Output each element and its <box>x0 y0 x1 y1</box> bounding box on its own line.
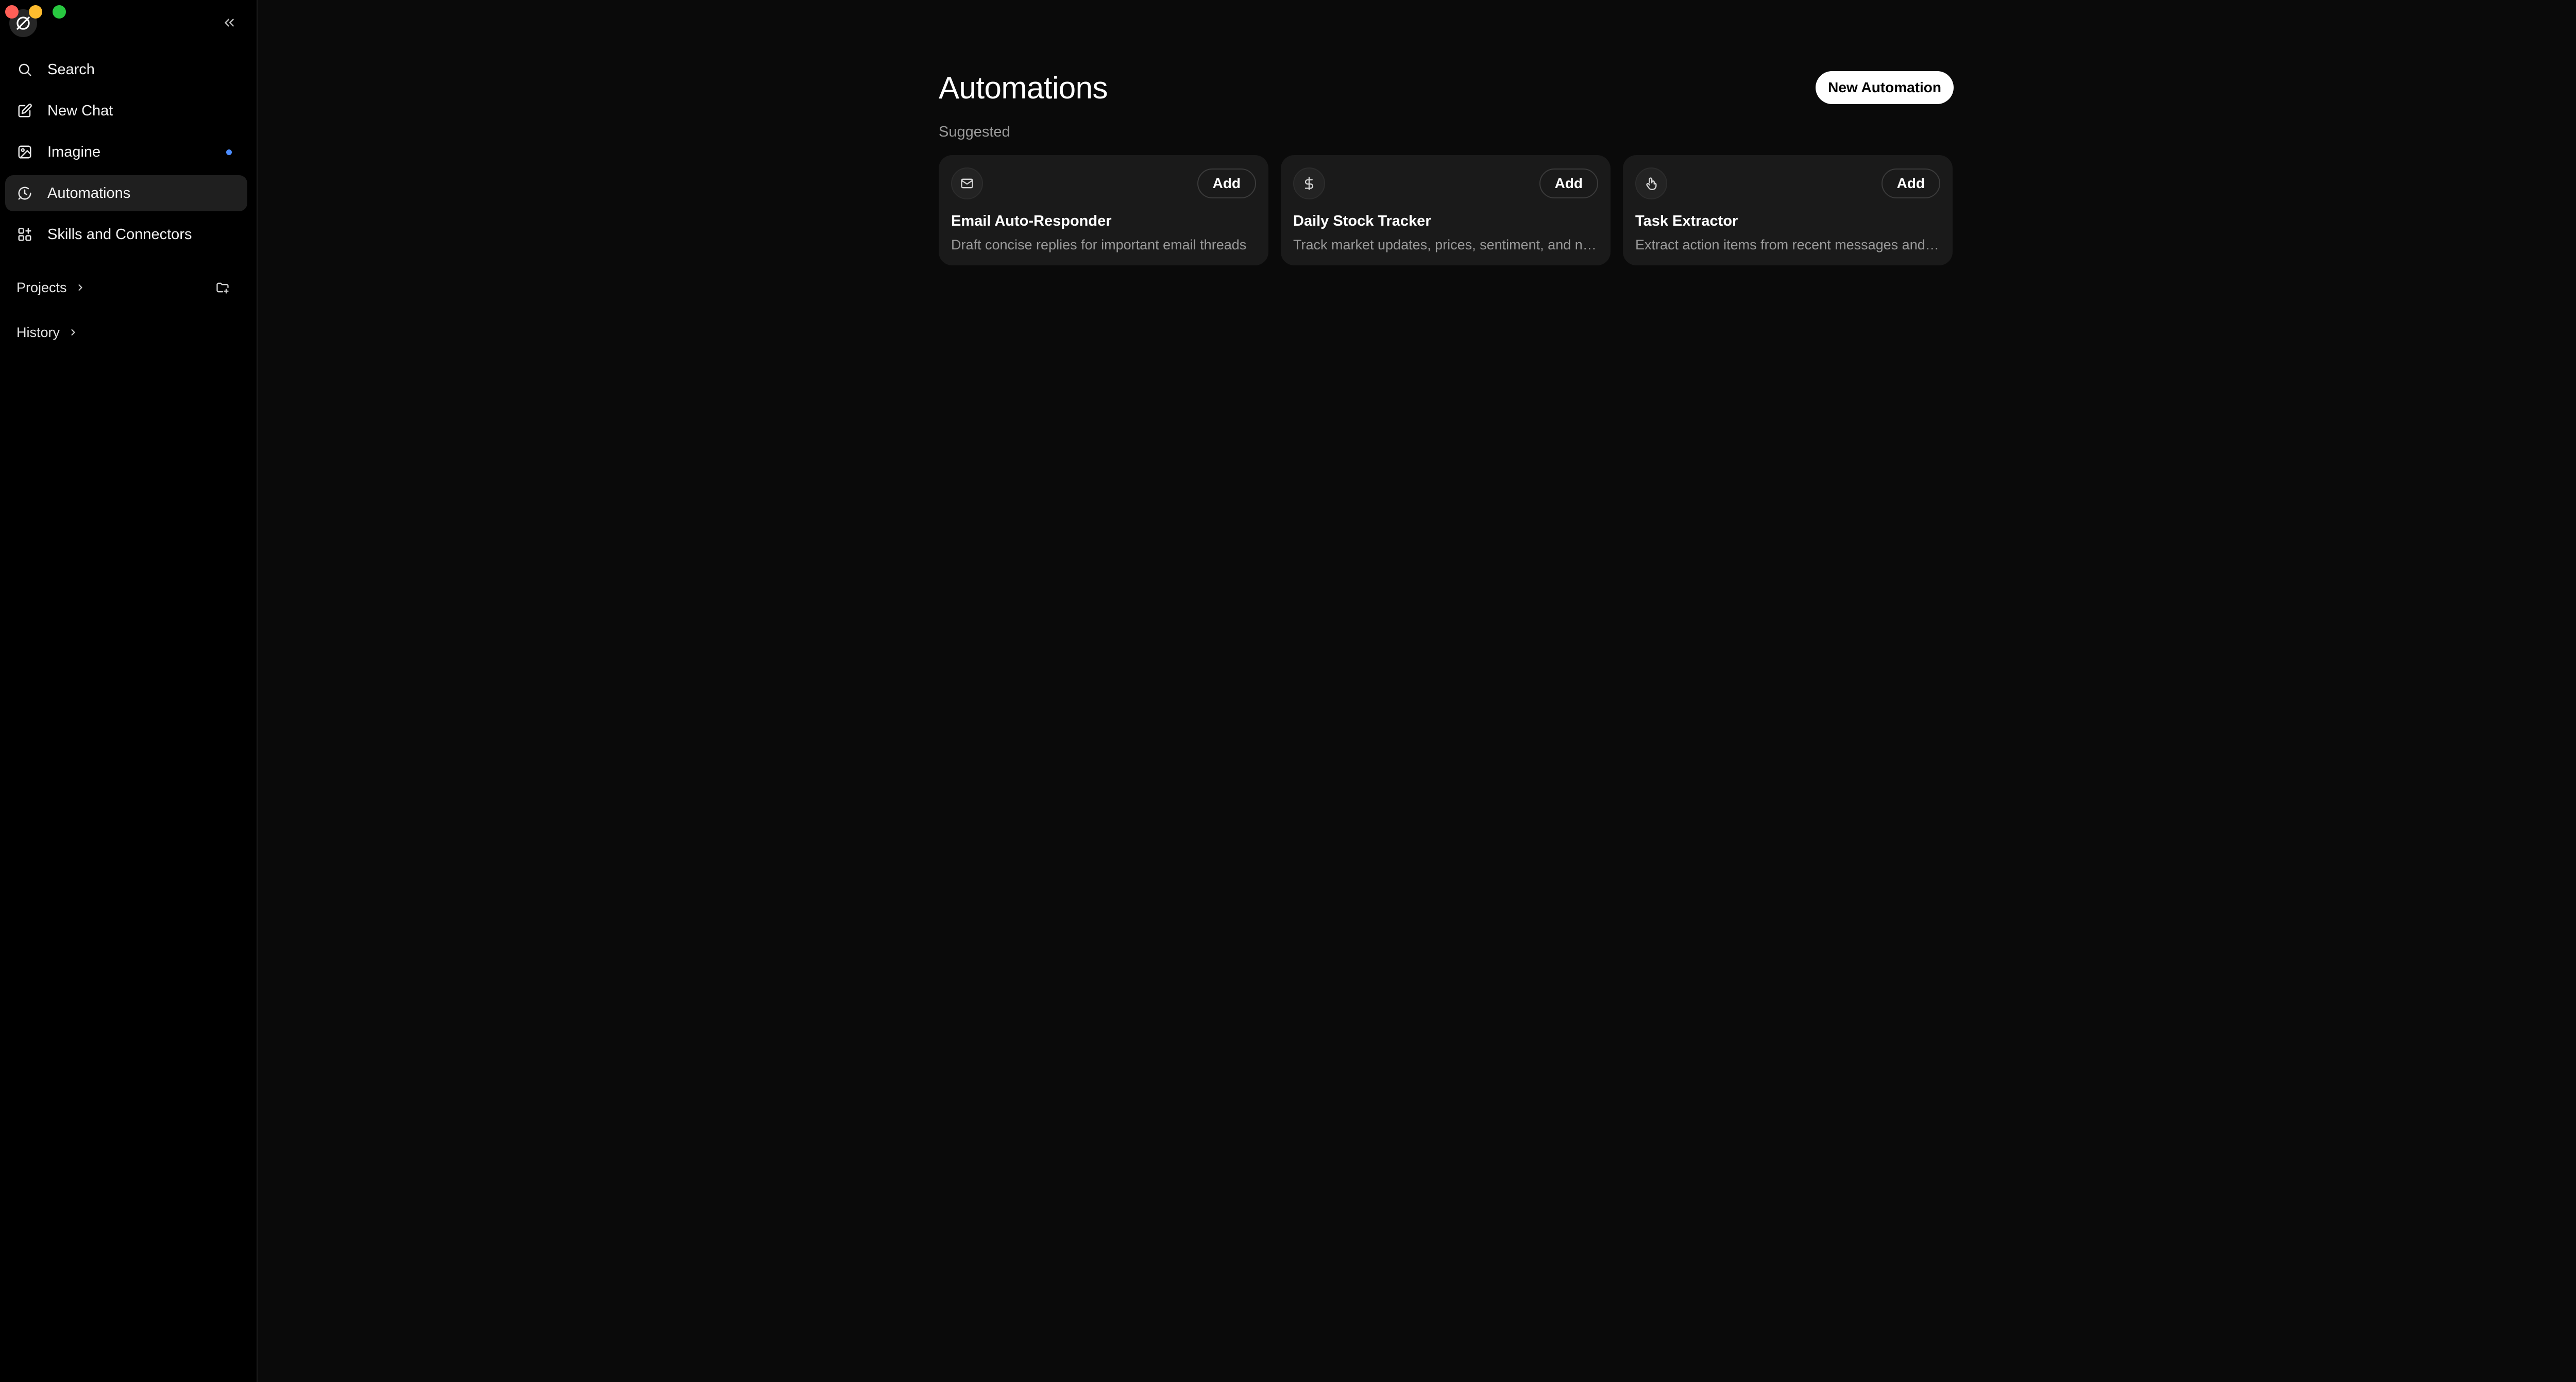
collapse-sidebar-button[interactable] <box>216 11 242 34</box>
add-button[interactable]: Add <box>1197 168 1256 198</box>
automation-card-task-extractor[interactable]: Add Task Extractor Extract action items … <box>1623 155 1953 265</box>
page-title: Automations <box>939 70 1108 105</box>
edit-icon <box>15 102 34 120</box>
sidebar-item-label: Imagine <box>47 143 101 160</box>
sidebar-item-label: Automations <box>47 184 131 201</box>
card-description: Draft concise replies for important emai… <box>951 237 1247 252</box>
grid-plus-icon <box>15 225 34 244</box>
mail-icon <box>951 167 983 199</box>
window-close-button[interactable] <box>5 5 19 19</box>
sidebar-item-imagine[interactable]: Imagine <box>5 134 247 170</box>
chevron-right-icon <box>75 282 86 293</box>
page-header: Automations New Automation <box>939 65 1954 110</box>
dollar-icon <box>1293 167 1325 199</box>
window-maximize-button[interactable] <box>53 5 66 19</box>
sidebar-section-projects[interactable]: Projects <box>16 275 233 300</box>
card-description: Extract action items from recent message… <box>1635 237 1940 252</box>
sidebar-item-automations[interactable]: Automations <box>5 175 247 211</box>
new-project-button[interactable] <box>212 277 233 298</box>
automation-card-daily-stock-tracker[interactable]: Add Daily Stock Tracker Track market upd… <box>1281 155 1611 265</box>
suggested-label: Suggested <box>939 124 1010 140</box>
new-automation-button[interactable]: New Automation <box>1816 71 1954 104</box>
card-title: Daily Stock Tracker <box>1293 213 1431 229</box>
projects-label: Projects <box>16 279 67 295</box>
card-title: Task Extractor <box>1635 213 1738 229</box>
sidebar-item-search[interactable]: Search <box>5 52 247 88</box>
sidebar-item-skills-and-connectors[interactable]: Skills and Connectors <box>5 216 247 252</box>
chevrons-left-icon <box>225 19 234 27</box>
add-button[interactable]: Add <box>1539 168 1598 198</box>
sidebar-nav: Search New Chat Imagine Automations Skil… <box>5 52 247 258</box>
main-content: Automations New Automation Suggested Add… <box>259 0 2576 1382</box>
history-label: History <box>16 324 60 340</box>
search-icon <box>15 60 34 79</box>
card-title: Email Auto-Responder <box>951 213 1112 229</box>
clock-chat-icon <box>15 184 34 203</box>
window-controls <box>5 5 66 19</box>
new-indicator-dot <box>226 149 232 155</box>
sidebar-item-label: Search <box>47 61 95 78</box>
sidebar-section-history[interactable]: History <box>16 320 233 345</box>
card-description: Track market updates, prices, sentiment,… <box>1293 237 1598 252</box>
folder-plus-icon <box>216 282 229 294</box>
hand-pointer-icon <box>1635 167 1667 199</box>
automations-panel: Automations New Automation Suggested Add… <box>939 65 1954 265</box>
add-button[interactable]: Add <box>1881 168 1940 198</box>
window-minimize-button[interactable] <box>29 5 42 19</box>
sidebar-item-new-chat[interactable]: New Chat <box>5 93 247 129</box>
automation-card-email-auto-responder[interactable]: Add Email Auto-Responder Draft concise r… <box>939 155 1268 265</box>
sidebar-item-label: Skills and Connectors <box>47 226 192 243</box>
suggested-cards: Add Email Auto-Responder Draft concise r… <box>939 155 1954 265</box>
sidebar-item-label: New Chat <box>47 102 113 119</box>
image-cube-icon <box>15 143 34 161</box>
chevron-right-icon <box>68 327 78 338</box>
sidebar: Search New Chat Imagine Automations Skil… <box>0 0 258 1382</box>
